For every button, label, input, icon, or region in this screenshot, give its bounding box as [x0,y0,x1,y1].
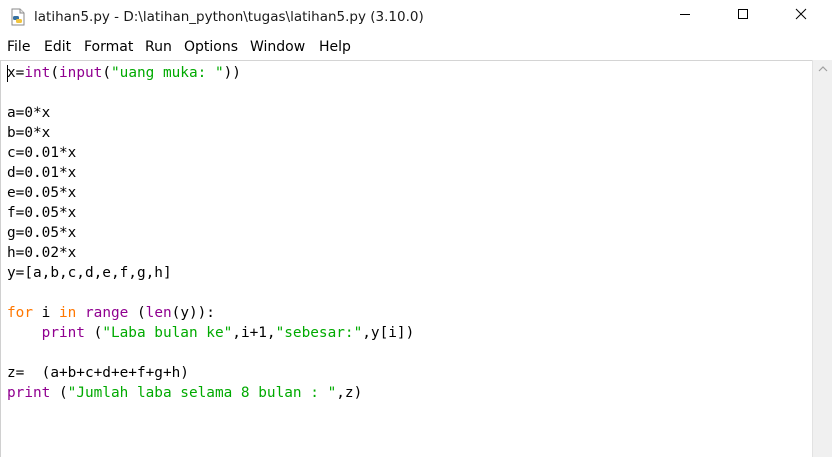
code-line: y=[a,b,c,d,e,f,g,h] [7,263,172,283]
code-token: y=[a,b,c,d,e,f,g,h] [7,265,172,281]
code-token: a=0*x [7,105,51,121]
menu-options[interactable]: Options [184,39,238,55]
code-token: ( [50,65,59,81]
code-token: d=0.01*x [7,165,77,181]
code-token: ( [128,305,146,321]
code-line: c=0.01*x [7,143,76,163]
code-line: a=0*x [7,103,50,123]
maximize-button[interactable] [720,0,766,32]
code-token-builtin: len [145,305,172,321]
menu-help[interactable]: Help [319,39,351,55]
code-line: x=int(input("uang muka: ")) [7,63,241,83]
chevron-up-icon [818,60,828,78]
close-icon [795,7,807,25]
code-token-string: "sebesar:" [275,325,363,341]
code-token: z= (a+b+c+d+e+f+g+h) [7,365,189,381]
code-token: e=0.05*x [7,185,77,201]
code-line: for i in range (len(y)): [7,303,215,323]
code-token: g=0.05*x [7,225,77,241]
close-button[interactable] [778,0,824,32]
code-token: h=0.02*x [7,245,77,261]
title-bar[interactable]: latihan5.py - D:\latihan_python\tugas\la… [0,0,832,34]
menu-file[interactable]: File [7,39,30,55]
code-token: f=0.05*x [7,205,77,221]
code-line: z= (a+b+c+d+e+f+g+h) [7,363,189,383]
code-token-string: "uang muka: " [111,65,224,81]
menu-bar: File Edit Format Run Options Window Help [0,36,832,58]
code-token-builtin: int [24,65,51,81]
code-line: e=0.05*x [7,183,76,203]
code-line: print ("Laba bulan ke",i+1,"sebesar:",y[… [7,323,415,343]
code-line: b=0*x [7,123,50,143]
code-token: x= [7,65,25,81]
code-token: i [33,305,59,321]
code-token: ( [102,65,111,81]
code-line: f=0.05*x [7,203,76,223]
scroll-up-button[interactable] [813,60,832,78]
code-token-builtin: range [85,305,129,321]
code-token: c=0.01*x [7,145,77,161]
menu-window[interactable]: Window [250,39,305,55]
code-token-builtin: input [59,65,103,81]
code-token: b=0*x [7,125,51,141]
code-token: )) [223,65,241,81]
window-title: latihan5.py - D:\latihan_python\tugas\la… [34,9,424,25]
code-token: ( [84,325,103,341]
code-token-string: "Jumlah laba selama 8 bulan : " [67,385,337,401]
code-token-keyword: in [59,305,77,321]
menu-edit[interactable]: Edit [44,39,71,55]
code-line: g=0.05*x [7,223,76,243]
maximize-icon [737,7,749,25]
code-token: (y)): [171,305,215,321]
code-token: ,i+1, [232,325,276,341]
vertical-scrollbar[interactable] [812,60,832,457]
code-token: ( [50,385,68,401]
code-token-string: "Laba bulan ke" [102,325,233,341]
code-line: print ("Jumlah laba selama 8 bulan : ",z… [7,383,362,403]
menu-run[interactable]: Run [145,39,172,55]
code-token-keyword: for [7,305,33,321]
minimize-icon [679,7,691,25]
python-file-icon [9,8,27,26]
code-token: ,z) [336,385,363,401]
code-editor[interactable]: x=int(input("uang muka: ")) a=0*x b=0*x c=0… [0,60,812,457]
code-token: ,y[i]) [362,325,415,341]
code-token-builtin: print [7,385,51,401]
code-line: h=0.02*x [7,243,76,263]
menu-format[interactable]: Format [84,39,133,55]
minimize-button[interactable] [662,0,708,32]
code-line: d=0.01*x [7,163,76,183]
code-token-builtin: print [41,325,85,341]
